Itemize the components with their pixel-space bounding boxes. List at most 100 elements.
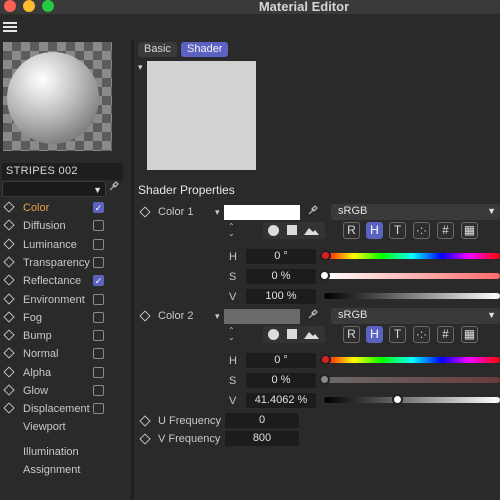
color2-value-knob[interactable] — [391, 394, 403, 405]
color2-saturation-slider[interactable] — [324, 377, 500, 383]
channel-checkbox[interactable] — [93, 348, 104, 360]
color1-mode-rgb-button[interactable]: R — [343, 222, 360, 239]
animate-color2-diamond-icon[interactable] — [139, 310, 151, 322]
u-frequency-field[interactable]: 0 — [225, 413, 299, 428]
channel-checkbox[interactable] — [93, 311, 104, 323]
color1-preview-mode-group — [263, 222, 325, 239]
color1-space-select[interactable]: sRGB ▼ — [331, 204, 500, 220]
color1-mode-hex-button[interactable]: # — [437, 222, 454, 239]
color1-expand-chevron-icon[interactable]: ▾ — [215, 207, 220, 218]
preview-sphere — [7, 52, 99, 144]
color2-swatch[interactable] — [224, 309, 300, 324]
animate-u-frequency-diamond-icon[interactable] — [139, 415, 151, 427]
color1-v-field[interactable]: 100 % — [246, 289, 316, 304]
color1-mode-temperature-button[interactable]: T — [389, 222, 406, 239]
channel-item-fog[interactable]: Fog — [0, 310, 130, 327]
color1-saturation-knob[interactable] — [319, 270, 330, 281]
nav-item-illumination[interactable]: Illumination — [23, 446, 79, 458]
nav-item-viewport[interactable]: Viewport — [23, 421, 66, 433]
channel-label: Fog — [23, 311, 42, 324]
channel-item-alpha[interactable]: Alpha — [0, 365, 130, 382]
channel-item-color[interactable]: Color ✓ — [0, 200, 130, 217]
animate-color1-diamond-icon[interactable] — [139, 206, 151, 218]
channel-item-reflectance[interactable]: Reflectance ✓ — [0, 273, 130, 290]
color2-collapse-arrows-icon[interactable]: ⌃ ⌄ — [228, 327, 235, 342]
animate-v-frequency-diamond-icon[interactable] — [139, 433, 151, 445]
eyedropper-icon[interactable] — [108, 180, 120, 195]
nav-item-assignment[interactable]: Assignment — [23, 464, 80, 476]
channel-checkbox[interactable] — [93, 385, 104, 396]
color1-hue-knob[interactable] — [320, 250, 331, 261]
color1-collapse-arrows-icon[interactable]: ⌃ ⌄ — [228, 223, 235, 238]
channel-checkbox[interactable] — [93, 293, 104, 305]
circle-mode-icon[interactable] — [268, 329, 279, 340]
channel-checkbox[interactable] — [93, 238, 104, 250]
image-mode-icon[interactable] — [304, 330, 319, 339]
hamburger-menu-icon[interactable] — [3, 22, 17, 32]
channel-checkbox[interactable] — [93, 256, 104, 268]
color1-mode-mixer-button[interactable]: ·:· — [413, 222, 430, 239]
color2-h-field[interactable]: 0 ° — [246, 353, 316, 368]
channel-checkbox[interactable]: ✓ — [93, 275, 104, 287]
chevron-down-icon: ▼ — [487, 206, 496, 216]
channel-item-luminance[interactable]: Luminance — [0, 237, 130, 254]
color2-hue-knob[interactable] — [320, 354, 331, 365]
material-dropdown[interactable]: ▼ — [2, 181, 106, 197]
channel-checkbox[interactable] — [93, 220, 104, 232]
color2-space-select[interactable]: sRGB ▼ — [331, 308, 500, 324]
v-frequency-field[interactable]: 800 — [225, 431, 299, 446]
channel-item-diffusion[interactable]: Diffusion — [0, 218, 130, 235]
material-name-field[interactable]: STRIPES 002 — [2, 163, 123, 180]
color2-hue-slider[interactable] — [324, 357, 500, 363]
color1-s-field[interactable]: 0 % — [246, 269, 316, 284]
channel-item-transparency[interactable]: Transparency — [0, 255, 130, 272]
square-mode-icon[interactable] — [287, 329, 297, 339]
channel-item-environment[interactable]: Environment — [0, 292, 130, 309]
color2-mode-rgb-button[interactable]: R — [343, 326, 360, 343]
color1-swatch[interactable] — [224, 205, 300, 220]
collapse-preview-chevron-icon[interactable]: ▾ — [138, 62, 143, 73]
color1-eyedropper-icon[interactable] — [307, 204, 319, 219]
color2-mode-hex-button[interactable]: # — [437, 326, 454, 343]
channel-item-normal[interactable]: Normal — [0, 346, 130, 363]
square-mode-icon[interactable] — [287, 225, 297, 235]
channel-checkbox[interactable] — [93, 366, 104, 378]
color2-expand-chevron-icon[interactable]: ▾ — [215, 311, 220, 322]
menu-bar — [0, 14, 500, 40]
color1-h-field[interactable]: 0 ° — [246, 249, 316, 264]
v-frequency-label: V Frequency — [158, 433, 221, 445]
color2-value-slider[interactable] — [324, 397, 500, 403]
color2-eyedropper-icon[interactable] — [307, 308, 319, 323]
channel-label: Alpha — [23, 366, 52, 379]
channel-checkbox[interactable] — [93, 330, 104, 342]
color2-mode-mixer-button[interactable]: ·:· — [413, 326, 430, 343]
channel-label: Glow — [23, 385, 49, 397]
color2-saturation-knob[interactable] — [319, 374, 330, 385]
channel-item-displacement[interactable]: Displacement — [0, 401, 130, 418]
channel-checkbox[interactable] — [93, 403, 104, 415]
color2-mode-hsv-button[interactable]: H — [366, 326, 383, 343]
tab-basic[interactable]: Basic — [138, 42, 177, 57]
color1-hue-slider[interactable] — [324, 253, 500, 259]
diamond-icon — [3, 256, 15, 268]
panel-divider[interactable] — [131, 40, 134, 500]
chevron-down-icon: ▼ — [487, 310, 496, 320]
color1-label: Color 1 — [158, 206, 194, 218]
color1-s-label: S — [229, 271, 237, 283]
color2-mode-swatches-button[interactable]: ▦ — [461, 326, 478, 343]
tab-shader[interactable]: Shader — [181, 42, 229, 57]
channel-item-glow[interactable]: Glow — [0, 383, 130, 400]
color1-saturation-slider[interactable] — [324, 273, 500, 279]
color2-v-field[interactable]: 41.4062 % — [246, 393, 316, 408]
color1-mode-swatches-button[interactable]: ▦ — [461, 222, 478, 239]
diamond-icon — [3, 311, 15, 323]
channel-checkbox[interactable]: ✓ — [93, 202, 104, 213]
channel-item-bump[interactable]: Bump — [0, 328, 130, 345]
color1-mode-hsv-button[interactable]: H — [366, 222, 383, 239]
color2-s-field[interactable]: 0 % — [246, 373, 316, 388]
color1-value-slider[interactable] — [324, 293, 500, 299]
color2-label: Color 2 — [158, 310, 194, 322]
circle-mode-icon[interactable] — [268, 225, 279, 236]
color2-mode-temperature-button[interactable]: T — [389, 326, 406, 343]
image-mode-icon[interactable] — [304, 226, 319, 235]
